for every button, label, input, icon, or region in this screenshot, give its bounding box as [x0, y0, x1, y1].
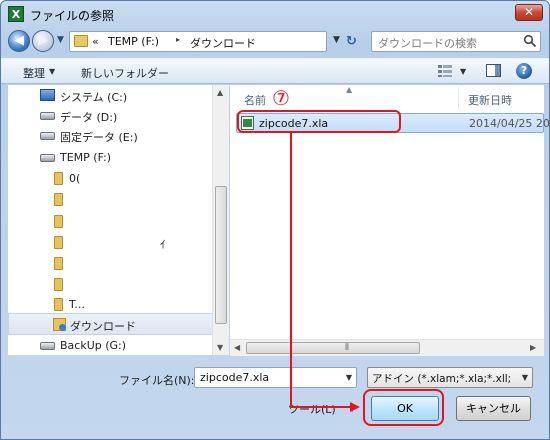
organize-button[interactable]: 整理: [23, 65, 45, 81]
search-icon[interactable]: [523, 34, 537, 48]
navigation-pane: システム (C:) データ (D:) 固定データ (E:) TEMP (F:) …: [8, 85, 228, 355]
grip-icon: ⦀: [345, 343, 349, 353]
drive-icon: [40, 342, 55, 350]
sidebar-item-fixed-data-e[interactable]: 固定データ (E:): [8, 125, 213, 147]
system-drive-icon: [40, 89, 55, 101]
sidebar-item-system-c[interactable]: システム (C:): [8, 85, 213, 107]
column-header-name[interactable]: 名前: [244, 92, 266, 108]
drive-icon: [40, 132, 55, 140]
folder-icon: [54, 278, 63, 291]
sidebar-item-download[interactable]: ダウンロード: [8, 313, 213, 335]
annotation-connector: [290, 133, 292, 408]
command-toolbar: 整理 ▼ 新しいフォルダー ▼ ?: [1, 58, 549, 84]
drive-icon: [40, 154, 55, 162]
breadcrumb-separator[interactable]: ▸: [176, 35, 180, 44]
sidebar-item-label: 0(: [69, 172, 81, 185]
forward-button[interactable]: ▶: [32, 30, 54, 52]
sidebar-item-data-d[interactable]: データ (D:): [8, 105, 213, 127]
sidebar-item-folder[interactable]: [8, 189, 213, 211]
filter-value: アドイン (*.xlam;*.xla;*.xll;: [372, 373, 512, 385]
folder-icon: [54, 215, 63, 228]
close-button[interactable]: ✕: [515, 4, 543, 21]
recent-pages-dropdown[interactable]: ▼: [57, 35, 64, 45]
help-icon[interactable]: ?: [516, 63, 532, 79]
folder-icon: [54, 236, 63, 249]
sidebar-item-folder[interactable]: [8, 253, 213, 275]
sidebar-item-folder[interactable]: [8, 211, 213, 233]
sidebar-item-label: TEMP (F:): [60, 151, 112, 164]
scrollbar-thumb[interactable]: [215, 186, 227, 324]
annotation-highlight-file: [237, 110, 401, 133]
drive-icon: [40, 112, 55, 120]
annotation-arrow-icon: [350, 402, 360, 412]
window-title: ファイルの参照: [30, 9, 115, 23]
sidebar-item-label: T...: [69, 298, 85, 311]
annotation-step-number: ⑦: [272, 86, 290, 110]
column-header-date[interactable]: 更新日時: [468, 92, 512, 108]
file-type-filter[interactable]: アドイン (*.xlam;*.xla;*.xll; ▼: [367, 367, 533, 388]
column-divider[interactable]: [458, 87, 459, 109]
search-placeholder: ダウンロードの検索: [378, 37, 477, 50]
annotation-connector: [290, 406, 352, 408]
view-dropdown[interactable]: ▼: [460, 67, 466, 76]
download-folder-icon: [53, 318, 66, 331]
scroll-down-icon[interactable]: ▼: [217, 343, 223, 352]
excel-icon: X: [8, 6, 24, 22]
breadcrumb-download[interactable]: ダウンロード: [190, 35, 256, 51]
tools-button[interactable]: ツール(L): [288, 401, 336, 417]
scroll-left-icon[interactable]: ◀: [234, 343, 240, 352]
file-list-scrollbar[interactable]: ◀ ⦀ ▶: [230, 339, 544, 356]
sidebar-item-backup-g[interactable]: BackUp (G:): [8, 335, 213, 357]
refresh-button[interactable]: ↻: [346, 34, 357, 49]
folder-icon: [54, 193, 63, 206]
sidebar-item-folder[interactable]: [8, 274, 213, 296]
sort-ascending-icon: ▲: [346, 85, 353, 94]
filename-value: zipcode7.xla: [200, 371, 270, 384]
address-overflow[interactable]: «: [92, 35, 99, 48]
title-bar: X ファイルの参照 ✕: [1, 1, 549, 27]
chevron-down-icon: ▼: [521, 373, 528, 382]
chevron-down-icon[interactable]: ▼: [346, 373, 352, 382]
filename-label: ファイル名(N):: [119, 374, 195, 387]
address-dropdown[interactable]: ▼: [333, 35, 340, 45]
breadcrumb-temp-drive[interactable]: TEMP (F:): [108, 35, 159, 48]
file-browse-dialog: X ファイルの参照 ✕ ◀ ▶ ▼ « TEMP (F:) ▸ ダウンロード ▼…: [0, 0, 550, 440]
back-button[interactable]: ◀: [8, 30, 30, 52]
sidebar-item-folder[interactable]: 0(: [8, 168, 213, 190]
search-input[interactable]: ダウンロードの検索: [371, 31, 541, 52]
sidebar-item-label: 固定データ (E:): [60, 131, 138, 144]
preview-pane-icon[interactable]: [486, 64, 501, 77]
sidebar-item-label: データ (D:): [60, 111, 118, 124]
folder-icon: [54, 298, 63, 311]
filename-input[interactable]: zipcode7.xla ▼: [194, 367, 357, 388]
annotation-highlight-ok: [363, 389, 444, 426]
cancel-button[interactable]: キャンセル: [456, 396, 531, 421]
folder-icon: [54, 172, 63, 185]
sidebar-item-label: システム (C:): [60, 91, 128, 104]
scroll-right-icon[interactable]: ▶: [530, 343, 536, 352]
folder-icon: [54, 257, 63, 270]
file-date: 2014/04/25 20:: [469, 117, 550, 130]
address-bar[interactable]: « TEMP (F:) ▸ ダウンロード: [69, 31, 327, 52]
navigation-scrollbar[interactable]: ▲ ▼: [212, 85, 229, 355]
navigation-row: ◀ ▶ ▼ « TEMP (F:) ▸ ダウンロード ▼ ↻ ダウンロードの検索: [1, 29, 549, 55]
sidebar-item-folder[interactable]: ｲ: [8, 232, 213, 254]
sidebar-item-temp-f[interactable]: TEMP (F:): [8, 147, 213, 169]
sidebar-item-label: ｲ: [160, 238, 166, 251]
chevron-down-icon: ▼: [49, 67, 56, 76]
view-options-icon[interactable]: [437, 64, 453, 78]
scroll-up-icon[interactable]: ▲: [217, 88, 223, 97]
new-folder-button[interactable]: 新しいフォルダー: [81, 65, 169, 81]
sidebar-item-label: BackUp (G:): [60, 339, 127, 352]
folder-icon: [74, 35, 88, 47]
scrollbar-thumb[interactable]: ⦀: [246, 342, 420, 354]
sidebar-item-label: ダウンロード: [70, 320, 136, 333]
